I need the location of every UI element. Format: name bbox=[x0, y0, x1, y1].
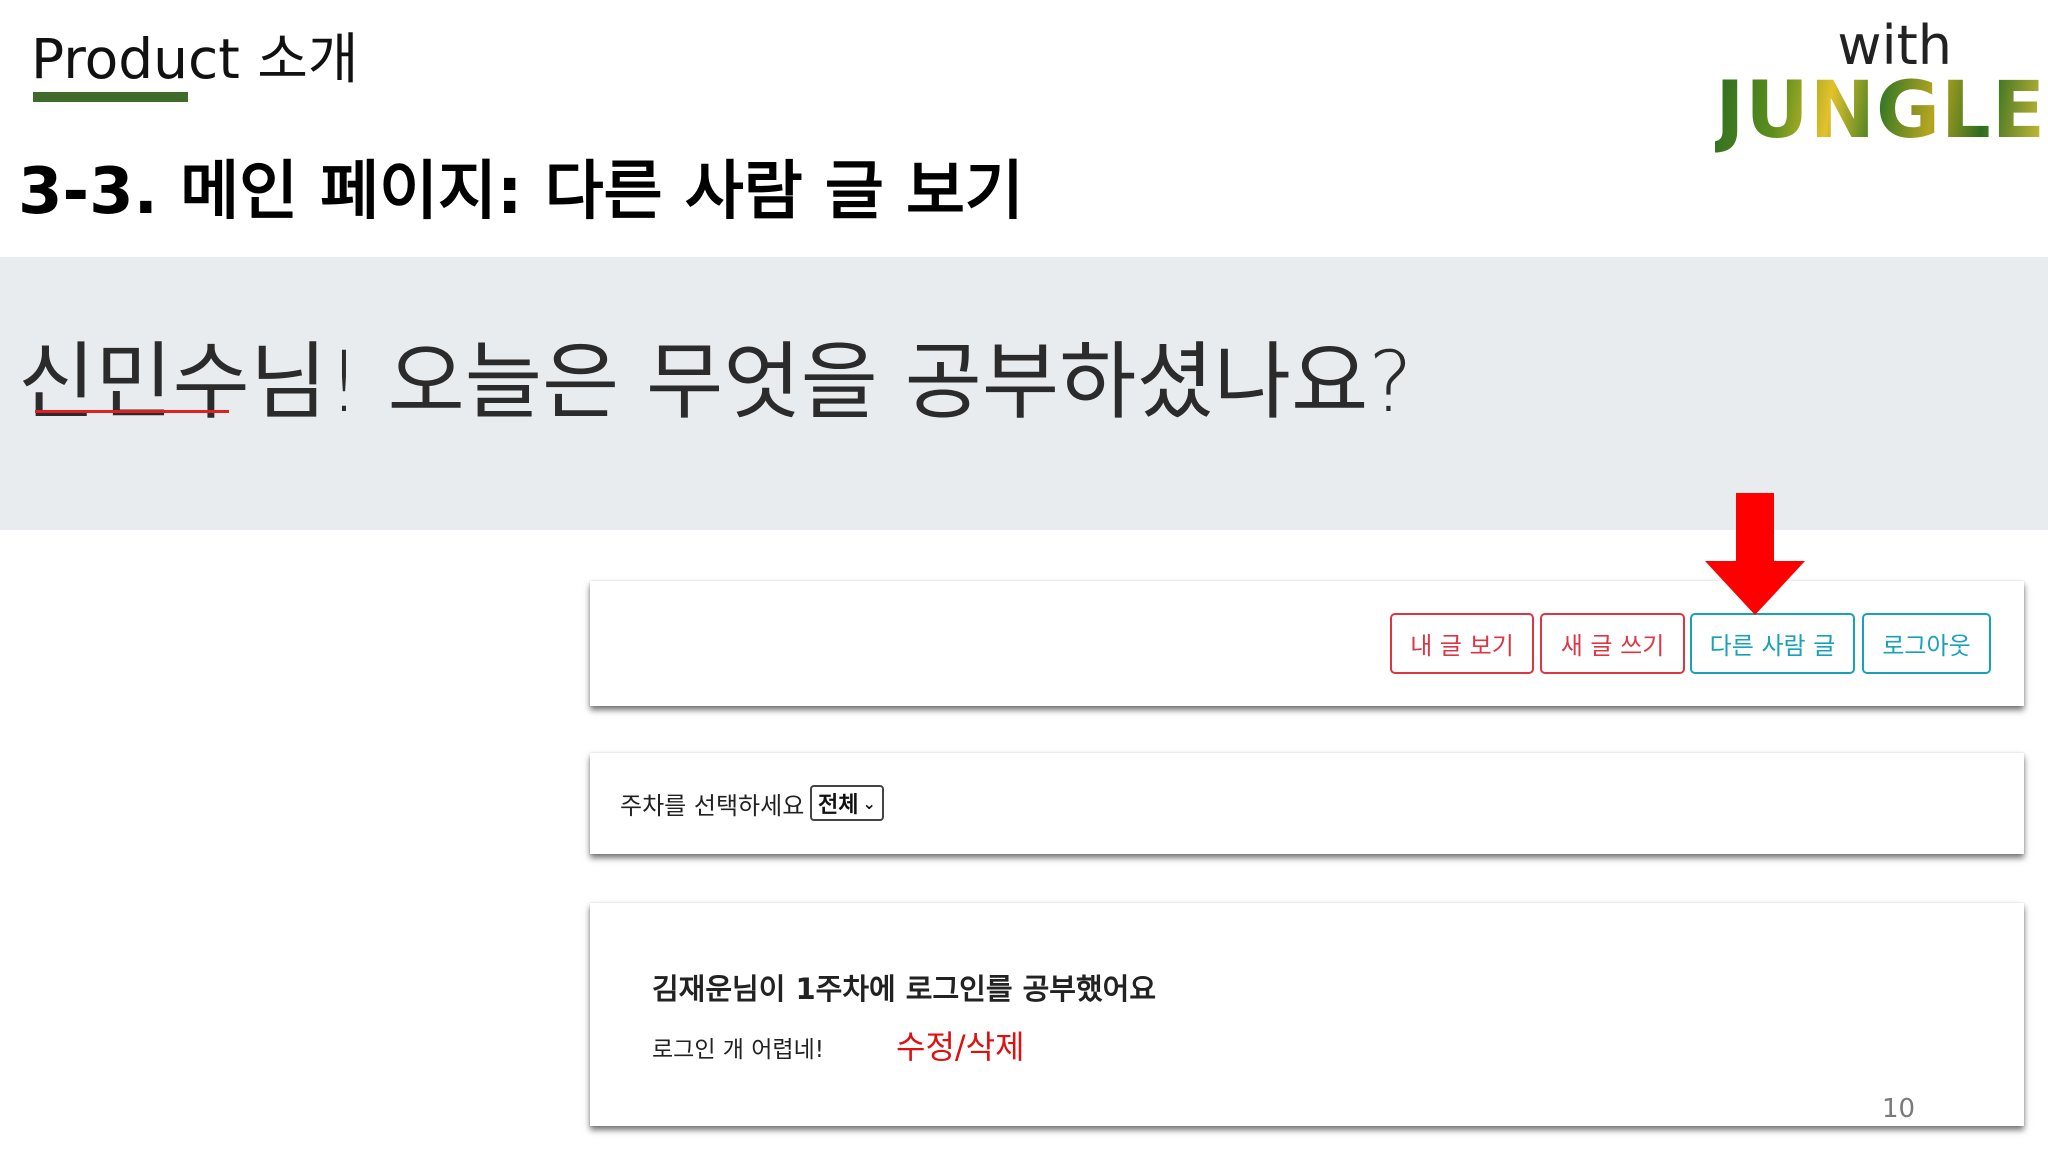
greeting-banner: 신민수님! 오늘은 무엇을 공부하셨나요? bbox=[0, 257, 2048, 530]
my-posts-button[interactable]: 내 글 보기 bbox=[1390, 613, 1534, 674]
new-post-button[interactable]: 새 글 쓰기 bbox=[1540, 613, 1685, 674]
slide-title: 3-3. 메인 페이지: 다른 사람 글 보기 bbox=[18, 155, 1024, 229]
logout-button[interactable]: 로그아웃 bbox=[1862, 613, 1991, 674]
jungle-logo: JUNGLE bbox=[1715, 66, 2046, 156]
spellcheck-underline bbox=[35, 410, 229, 413]
week-select-value: 전체 bbox=[818, 793, 859, 818]
post-body: 로그인 개 어렵네! bbox=[652, 1037, 824, 1063]
edit-delete-link[interactable]: 수정/삭제 bbox=[896, 1022, 1025, 1068]
down-arrow-icon bbox=[1705, 493, 1805, 615]
chevron-down-icon: ⌄ bbox=[862, 793, 876, 813]
nav-card: 내 글 보기 새 글 쓰기 다른 사람 글 로그아웃 bbox=[590, 581, 2024, 706]
post-card: 김재운님이 1주차에 로그인를 공부했어요 로그인 개 어렵네! 수정/삭제 bbox=[590, 903, 2024, 1126]
others-posts-button[interactable]: 다른 사람 글 bbox=[1690, 613, 1855, 674]
week-select[interactable]: 전체 ⌄ bbox=[810, 785, 884, 821]
week-filter-label: 주차를 선택하세요 bbox=[620, 792, 805, 820]
page-number: 10 bbox=[1882, 1094, 1916, 1124]
filter-card: 주차를 선택하세요 전체 ⌄ bbox=[590, 753, 2024, 854]
greeting-text: 신민수님! 오늘은 무엇을 공부하셨나요? bbox=[18, 333, 1413, 431]
post-title: 김재운님이 1주차에 로그인를 공부했어요 bbox=[652, 972, 1157, 1006]
section-label: Product 소개 bbox=[31, 27, 359, 91]
section-underline bbox=[33, 92, 188, 102]
